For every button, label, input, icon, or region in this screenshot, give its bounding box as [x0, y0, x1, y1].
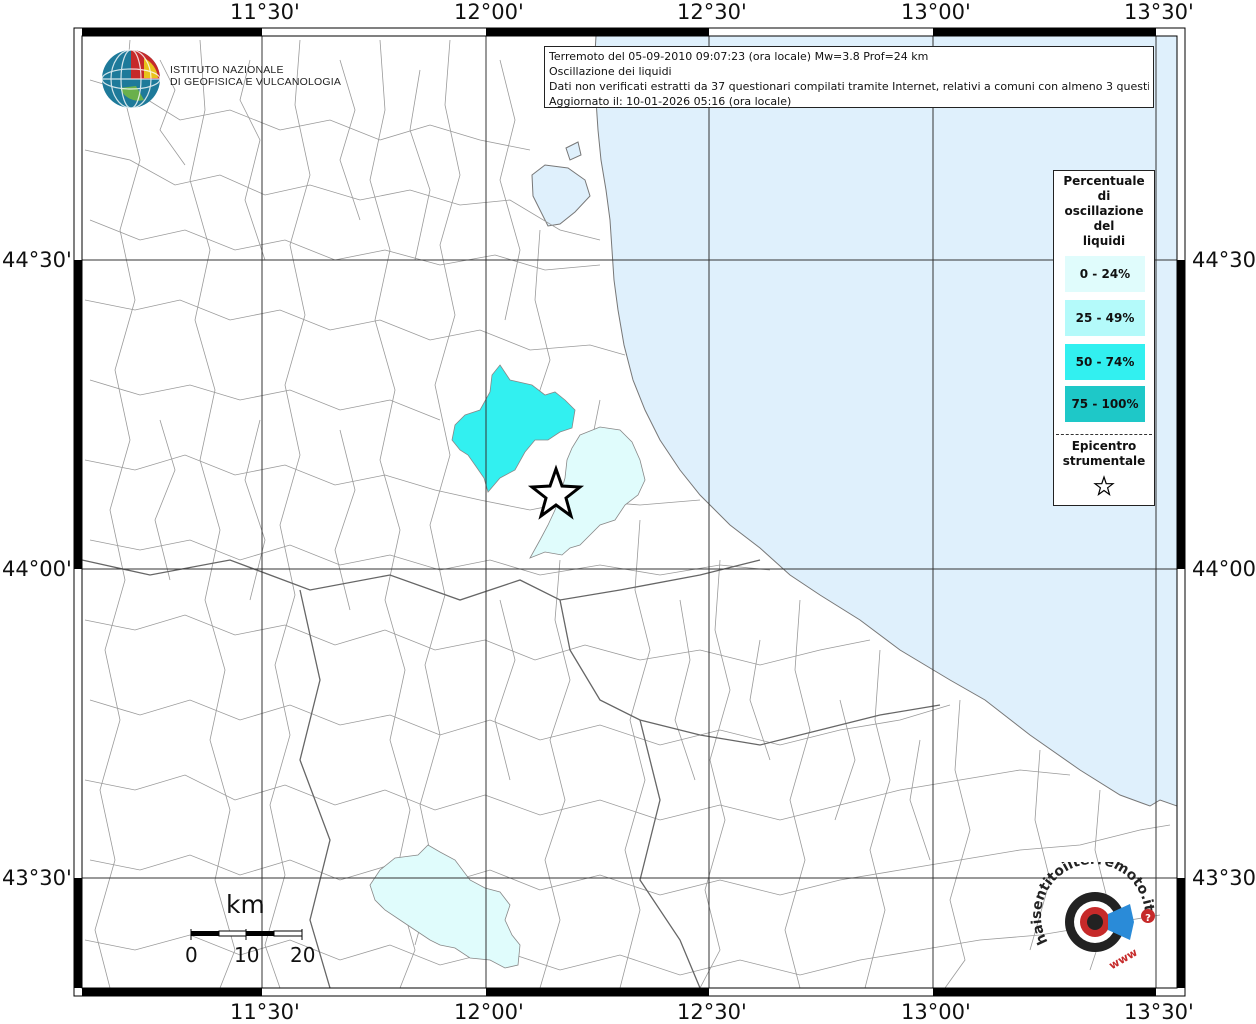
legend-swatch-75-100: 75 - 100% — [1065, 386, 1145, 422]
ingv-logo-line1: ISTITUTO NAZIONALE — [170, 64, 284, 76]
haisentito-logo: haisentitoilterremoto.it ? www — [1030, 862, 1157, 973]
ingv-logo-text: ISTITUTO NAZIONALE DI GEOFISICA E VULCAN… — [170, 64, 341, 88]
lat-tick-left-1: 44°30' — [2, 248, 72, 272]
lon-tick-top-1: 11°30' — [230, 0, 300, 24]
data-note: Dati non verificati estratti da 37 quest… — [549, 80, 1149, 93]
scale-label-10: 10 — [234, 943, 260, 967]
scale-label-0: 0 — [185, 943, 198, 967]
map-subject: Oscillazione dei liquidi — [549, 65, 672, 78]
legend-swatch-25-49: 25 - 49% — [1065, 300, 1145, 336]
legend-swatch-0-24: 0 - 24% — [1065, 256, 1145, 292]
legend-title-line: del — [1093, 219, 1115, 233]
legend-title: Percentuale di oscillazione del liquidi — [1054, 174, 1154, 249]
lon-tick-top-5: 13°30' — [1124, 0, 1194, 24]
lon-tick-top-4: 13°00' — [901, 0, 971, 24]
watermark-url: www — [1107, 946, 1140, 973]
event-info-box: Terremoto del 05-09-2010 09:07:23 (ora l… — [544, 46, 1154, 108]
legend-divider — [1056, 434, 1152, 435]
legend-title-line: di — [1097, 189, 1111, 203]
lon-tick-top-2: 12°00' — [454, 0, 524, 24]
legend-epicenter-title: Epicentro strumentale — [1054, 439, 1154, 469]
legend-epicenter-line: Epicentro — [1071, 439, 1137, 453]
scale-label-20: 20 — [290, 943, 316, 967]
legend-swatch-50-74: 50 - 74% — [1065, 344, 1145, 380]
scale-unit: km — [226, 890, 265, 919]
lat-tick-right-3: 43°30' — [1192, 866, 1256, 890]
lat-tick-left-3: 43°30' — [2, 866, 72, 890]
legend: Percentuale di oscillazione del liquidi … — [1053, 170, 1155, 506]
legend-star-icon — [1093, 475, 1115, 497]
ingv-logo-line2: DI GEOFISICA E VULCANOLOGIA — [170, 76, 342, 88]
lon-tick-bottom-2: 12°00' — [454, 1000, 524, 1024]
legend-label: 75 - 100% — [1071, 397, 1139, 411]
lon-tick-bottom-4: 13°00' — [901, 1000, 971, 1024]
update-time: Aggiornato il: 10-01-2026 05:16 (ora loc… — [549, 95, 792, 108]
lat-tick-left-2: 44°00' — [2, 557, 72, 581]
legend-epicenter-line: strumentale — [1062, 454, 1146, 468]
event-title: Terremoto del 05-09-2010 09:07:23 (ora l… — [549, 50, 929, 63]
lon-tick-top-3: 12°30' — [677, 0, 747, 24]
legend-title-line: oscillazione — [1064, 204, 1144, 218]
lon-tick-bottom-5: 13°30' — [1124, 1000, 1194, 1024]
legend-label: 0 - 24% — [1079, 267, 1131, 281]
svg-text:?: ? — [1145, 913, 1151, 924]
lon-tick-bottom-3: 12°30' — [677, 1000, 747, 1024]
lat-tick-right-1: 44°30' — [1192, 248, 1256, 272]
legend-title-line: Percentuale — [1063, 174, 1145, 188]
legend-label: 25 - 49% — [1075, 311, 1135, 325]
legend-label: 50 - 74% — [1075, 355, 1135, 369]
legend-title-line: liquidi — [1082, 234, 1126, 248]
lon-tick-bottom-1: 11°30' — [230, 1000, 300, 1024]
lat-tick-right-2: 44°00' — [1192, 557, 1256, 581]
